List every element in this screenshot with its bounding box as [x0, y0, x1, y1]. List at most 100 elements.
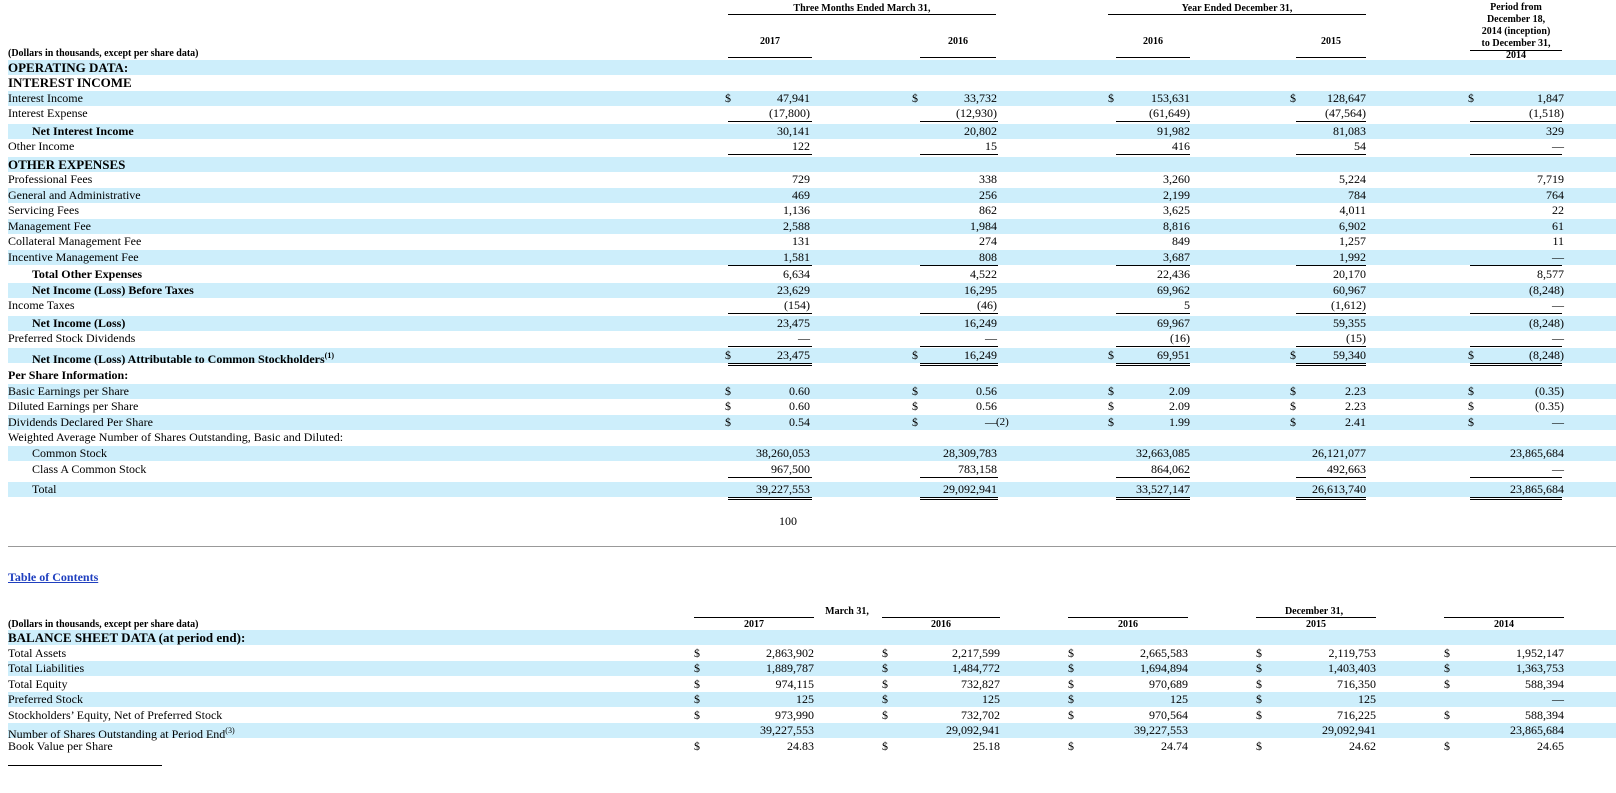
- row-shade: [8, 482, 1616, 497]
- row-label: Other Income: [8, 139, 75, 153]
- cell-value: 128,647: [1327, 91, 1366, 105]
- cell-value: 1,992: [1339, 250, 1366, 264]
- year-header-2016-y: 2016: [1143, 36, 1163, 47]
- row-label: OPERATING DATA:: [8, 60, 129, 75]
- cell-value: 28,309,783: [943, 446, 997, 460]
- cell-value: 970,564: [1149, 708, 1188, 722]
- row-label: Book Value per Share: [8, 739, 113, 753]
- page-number: 100: [779, 514, 797, 528]
- cell-value: 122: [792, 139, 810, 153]
- underline: [1470, 313, 1562, 314]
- cell-value: 469: [792, 188, 810, 202]
- cell-value: 33,527,147: [1136, 482, 1190, 496]
- cell-value: 22,436: [1157, 267, 1190, 281]
- cell-value: 974,115: [775, 677, 814, 691]
- underline: [920, 313, 998, 314]
- cell-value: —: [1552, 692, 1564, 706]
- inception-header-line: December 18,: [1486, 14, 1546, 25]
- underline: [1116, 346, 1190, 347]
- row-label: Servicing Fees: [8, 203, 79, 217]
- row-label: Collateral Management Fee: [8, 234, 142, 248]
- cell-value: (17,800): [769, 106, 810, 120]
- cell-value: 2,199: [1163, 188, 1190, 202]
- dollar-sign: $: [912, 415, 918, 429]
- dollar-sign: $: [1108, 348, 1114, 362]
- cell-value: 25.18: [973, 739, 1000, 753]
- dollar-sign: $: [1468, 415, 1474, 429]
- cell-value: 5,224: [1339, 172, 1366, 186]
- cell-value: 153,631: [1151, 91, 1190, 105]
- header-rule: [1256, 617, 1376, 618]
- cell-value: 24.83: [787, 739, 814, 753]
- cell-value: 23,475: [777, 316, 810, 330]
- cell-value: 1,363,753: [1516, 661, 1564, 675]
- row-shade: [8, 157, 1616, 172]
- cell-value: 26,613,740: [1312, 482, 1366, 496]
- cell-value: 4,011: [1339, 203, 1366, 217]
- row-label: Professional Fees: [8, 172, 93, 186]
- header-rule: [1444, 617, 1564, 618]
- cell-value: (8,248): [1529, 316, 1564, 330]
- double-underline: [1296, 365, 1366, 366]
- dollar-sign: $: [1444, 739, 1450, 753]
- underline: [1470, 477, 1562, 478]
- row-shade: [8, 219, 1616, 234]
- cell-value: 2.23: [1345, 384, 1366, 398]
- dollar-sign: $: [1068, 661, 1074, 675]
- cell-value: 732,702: [961, 708, 1000, 722]
- cell-value: 69,962: [1157, 283, 1190, 297]
- row-label: Net Income (Loss) Attributable to Common…: [32, 351, 334, 366]
- dollar-sign: $: [1068, 677, 1074, 691]
- underline: [728, 346, 812, 347]
- cell-value: 59,355: [1333, 316, 1366, 330]
- dollar-sign: $: [694, 677, 700, 691]
- cell-value: —: [1552, 298, 1564, 312]
- year-header-2015: 2015: [1321, 36, 1341, 47]
- cell-value: —: [1552, 331, 1564, 345]
- cell-value: (1,612): [1331, 298, 1366, 312]
- dollar-sign: $: [1068, 692, 1074, 706]
- row-label: Diluted Earnings per Share: [8, 399, 139, 413]
- cell-value: 2,217,599: [952, 646, 1000, 660]
- underline: [1296, 477, 1366, 478]
- cell-value: 20,170: [1333, 267, 1366, 281]
- cell-value: 864,062: [1151, 462, 1190, 476]
- cell-value: 61: [1552, 219, 1564, 233]
- dollar-sign: $: [1290, 384, 1296, 398]
- table-of-contents-link[interactable]: Table of Contents: [8, 570, 98, 584]
- row-label: Total Assets: [8, 646, 67, 660]
- cell-value: 32,663,085: [1136, 446, 1190, 460]
- cell-value: 1,847: [1537, 91, 1564, 105]
- units-note: (Dollars in thousands, except per share …: [8, 48, 199, 59]
- underline: [728, 477, 812, 478]
- cell-value: 23,865,684: [1510, 446, 1564, 460]
- dollar-sign: $: [1068, 739, 1074, 753]
- row-label: Weighted Average Number of Shares Outsta…: [8, 430, 344, 444]
- double-underline: [1470, 497, 1562, 498]
- cell-value: 47,941: [777, 91, 810, 105]
- dollar-sign: $: [694, 692, 700, 706]
- dollar-sign: $: [1256, 677, 1262, 691]
- cell-value: 967,500: [771, 462, 810, 476]
- dollar-sign: $: [1108, 91, 1114, 105]
- cell-value: (46): [977, 298, 997, 312]
- cell-value: —: [1552, 139, 1564, 153]
- cell-value: 784: [1348, 188, 1366, 202]
- row-label: Total Other Expenses: [32, 267, 143, 281]
- dollar-sign: $: [912, 399, 918, 413]
- cell-value: 2,665,583: [1140, 646, 1188, 660]
- dollar-sign: $: [1468, 384, 1474, 398]
- dollar-sign: $: [882, 692, 888, 706]
- underline: [728, 121, 812, 122]
- cell-value: 2,119,753: [1328, 646, 1376, 660]
- underline: [728, 154, 812, 155]
- double-underline: [1296, 497, 1366, 498]
- header-rule: [882, 617, 1000, 618]
- cell-value: 764: [1546, 188, 1564, 202]
- dollar-sign: $: [1256, 708, 1262, 722]
- header-rule: [1068, 617, 1188, 618]
- row-label: Per Share Information:: [8, 368, 129, 382]
- underline: [1116, 265, 1190, 266]
- cell-value: 492,663: [1327, 462, 1366, 476]
- year-header-2017: 2017: [760, 36, 780, 47]
